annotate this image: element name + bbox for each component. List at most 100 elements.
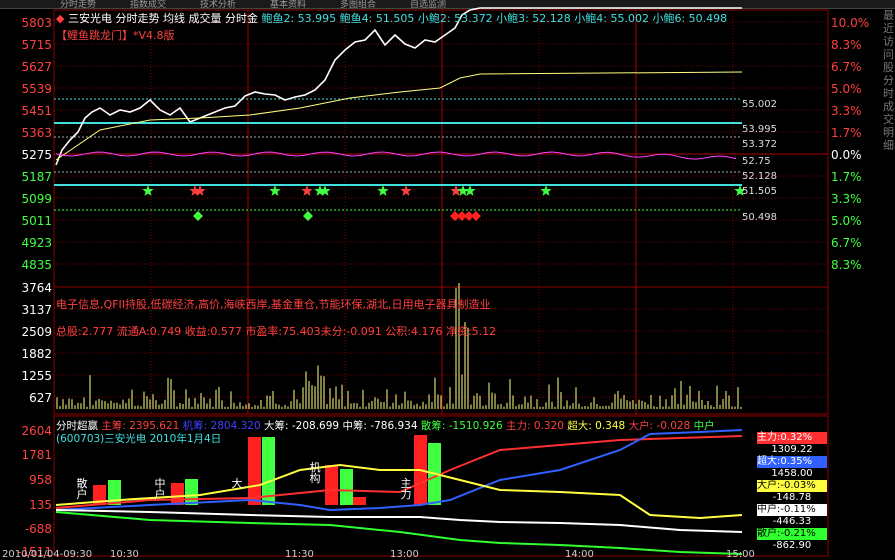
flow-tick: 1781 [21, 448, 52, 462]
flow-retail: 散筹: -1510.926 [420, 420, 503, 432]
flow-bar [353, 497, 366, 505]
x3-value: 小鲍3: 52.128 [496, 12, 571, 25]
flow-subtitle: (600703)三安光电 2010年1月4日 [56, 433, 222, 445]
flow-tick: -688 [24, 522, 52, 536]
level-label: 50.498 [742, 212, 777, 223]
pct-tick: 8.3% [831, 38, 862, 52]
flow-mid: 中筹: -786.934 [342, 420, 418, 432]
side-char: 最 [883, 9, 894, 22]
level-label: 51.505 [742, 186, 777, 197]
concept-tags: 电子信息,QFII持股,低碳经济,高价,海峡西岸,基金重仓,节能环保,湖北,日用… [56, 298, 491, 311]
indicator-title: 【鲤鱼跳龙门】*V4.8版 [56, 27, 175, 43]
volume-tick: 1255 [21, 369, 52, 383]
avg-line-label[interactable]: 均线 [163, 12, 185, 25]
signal-star [377, 185, 389, 196]
time-tick: 10:30 [110, 549, 139, 560]
signal-diamond [303, 211, 313, 221]
pct-tick: 6.7% [831, 60, 862, 74]
flow-zhong: 中户 [693, 420, 715, 432]
flow-bar [340, 469, 353, 505]
signal-star [301, 185, 313, 196]
signal-diamond [471, 211, 481, 221]
flow-bar [171, 483, 184, 505]
legend-dahu: 大户:-0.03% [757, 480, 827, 492]
side-char: 细 [883, 139, 894, 152]
pct-tick: 1.7% [831, 126, 862, 140]
level-label: 52.128 [742, 171, 777, 182]
side-char: 时 [883, 87, 894, 100]
side-char: 问 [883, 48, 894, 61]
flow-big: 大筹: -208.699 [264, 420, 340, 432]
side-char: 近 [883, 22, 894, 35]
flow-bar-label: 散户 [76, 477, 88, 501]
flow-force: 主力: 0.320 [505, 420, 564, 432]
pct-tick: 6.7% [831, 236, 862, 250]
flow-tick: 958 [29, 473, 52, 487]
legend-dahu-value: -148.78 [772, 492, 812, 503]
flow-tick: 2604 [21, 424, 52, 438]
legend-force-value: 1309.22 [771, 444, 813, 455]
sub4-value: 鲍鱼4: 51.505 [339, 12, 415, 25]
legend-super: 超大:0.35% [757, 456, 827, 468]
price-tick: 4923 [21, 236, 52, 250]
price-tick: 5803 [21, 16, 52, 30]
volume-tick: 3764 [21, 281, 52, 295]
signal-star [269, 185, 281, 196]
sub2-value: 鲍鱼2: 53.995 [261, 12, 337, 25]
flow-super: 超大: 0.348 [567, 420, 626, 432]
price-tick: 5539 [21, 82, 52, 96]
side-char: 成 [883, 100, 894, 113]
level-label: 53.995 [742, 124, 777, 135]
price-tick: 5275 [21, 148, 52, 162]
chart-header: ◆ 三安光电 分时走势 均线 成交量 分时金 鲍鱼2: 53.995 鲍鱼4: … [56, 10, 727, 26]
price-tick: 5451 [21, 104, 52, 118]
signal-star [319, 185, 331, 196]
flow-dahu: 大户: -0.028 [628, 420, 691, 432]
pct-tick: 5.0% [831, 214, 862, 228]
pct-tick: 8.3% [831, 258, 862, 272]
time-tick: 11:30 [285, 549, 314, 560]
legend-force: 主力:0.32% [757, 432, 827, 444]
pct-tick: 1.7% [831, 170, 862, 184]
side-char: 交 [883, 113, 894, 126]
volume-label[interactable]: 成交量 [188, 12, 221, 25]
x6-value: 小鲍6: 50.498 [652, 12, 728, 25]
level-label: 55.002 [742, 99, 777, 110]
pct-tick: 3.3% [831, 192, 862, 206]
signal-star [194, 185, 206, 196]
legend-super-value: 1458.00 [771, 468, 813, 479]
time-tick: 13:00 [390, 549, 419, 560]
time-tick: 14:00 [565, 549, 594, 560]
flow-bar-label: 主力 [400, 477, 412, 501]
settings-icon[interactable]: ◆ [56, 12, 64, 25]
legend-sanhu: 散户:-0.21% [757, 528, 827, 540]
time-tick: 2010/01/04-09:30 [2, 549, 93, 560]
price-tick: 5187 [21, 170, 52, 184]
volume-tick: 1882 [21, 347, 52, 361]
x4-value: 小鲍4: 55.002 [574, 12, 649, 25]
chart-mode[interactable]: 分时走势 [115, 12, 159, 25]
pct-tick: 0.0% [831, 148, 862, 162]
stock-name: 三安光电 [67, 12, 112, 25]
price-tick: 5715 [21, 38, 52, 52]
gold-label[interactable]: 分时金 [225, 12, 258, 25]
level-label: 52.75 [742, 156, 771, 167]
signal-star [142, 185, 154, 196]
price-tick: 4835 [21, 258, 52, 272]
volume-tick: 2509 [21, 325, 52, 339]
price-tick: 5011 [21, 214, 52, 228]
indicator-version: *V4.8版 [133, 29, 175, 42]
side-char: 股 [883, 61, 894, 74]
pct-tick: 3.3% [831, 104, 862, 118]
flow-bar [248, 437, 261, 505]
price-tick: 5627 [21, 60, 52, 74]
legend-zhonghu-value: -446.33 [772, 516, 812, 527]
price-tick: 5363 [21, 126, 52, 140]
flow-bar-label: 中户 [154, 477, 166, 501]
side-char: 分 [883, 74, 894, 87]
volume-tick: 3137 [21, 303, 52, 317]
legend-sanhu-value: -862.90 [772, 540, 812, 551]
magenta-line [55, 151, 737, 160]
time-tick: 15:00 [726, 549, 755, 560]
signal-star [400, 185, 412, 196]
